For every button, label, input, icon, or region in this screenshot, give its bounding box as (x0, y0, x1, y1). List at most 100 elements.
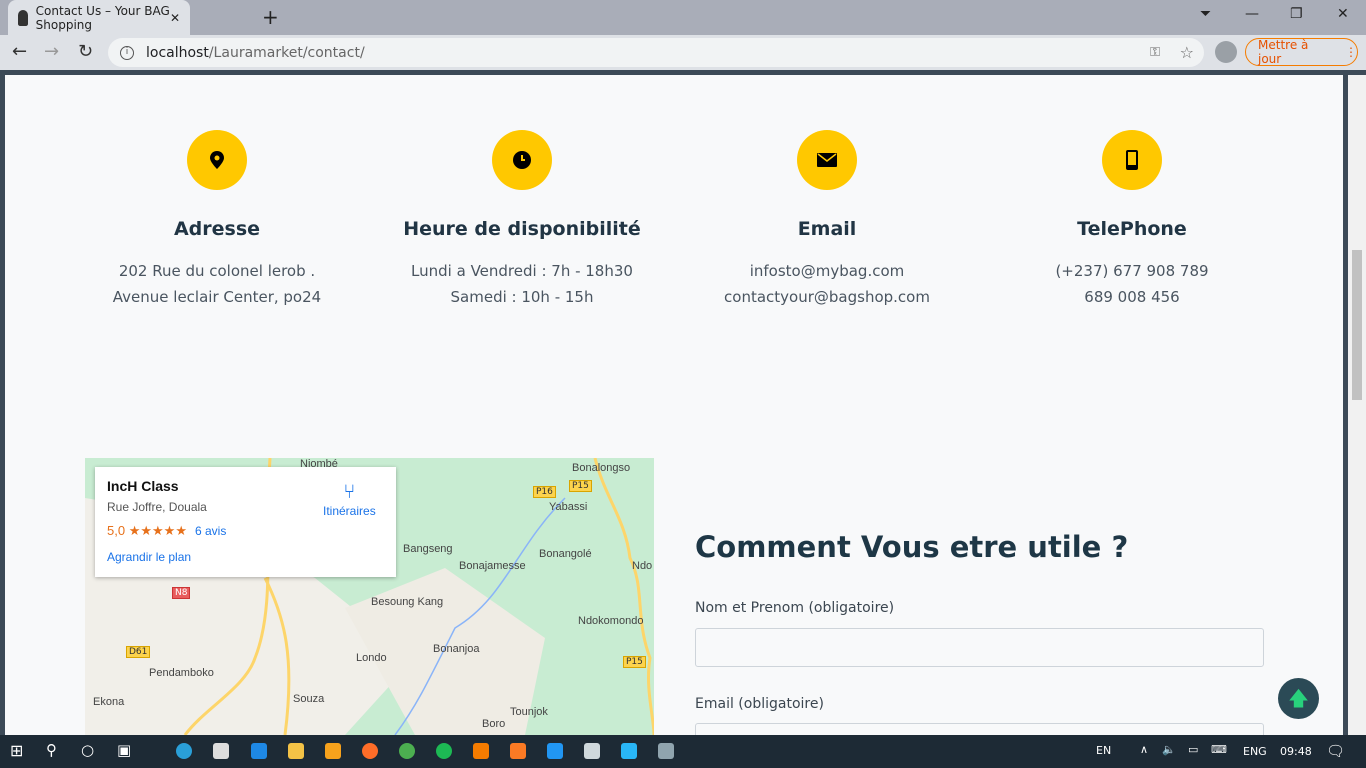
profile-avatar[interactable] (1215, 41, 1237, 63)
notepad-icon[interactable] (584, 743, 600, 759)
update-label: Mettre à jour (1258, 38, 1309, 66)
map-place-label: Ndo (632, 560, 653, 572)
volume-icon[interactable]: 🔈 (1162, 743, 1176, 756)
reviews-link[interactable]: 6 avis (195, 524, 226, 538)
info-address: Adresse 202 Rue du colonel lerob . Avenue… (67, 130, 367, 310)
info-line[interactable]: contactyour@bagshop.com (724, 288, 930, 306)
app-icon[interactable] (473, 743, 489, 759)
map-place-label: Souza (293, 693, 325, 705)
info-hours: Heure de disponibilité Lundi a Vendredi … (372, 130, 672, 310)
star-icon[interactable]: ☆ (1180, 43, 1194, 62)
key-icon[interactable]: ⚿ (1150, 45, 1160, 60)
update-button[interactable]: Mettre à jour ⋮ (1245, 38, 1358, 66)
new-tab-button[interactable]: + (262, 5, 279, 29)
input-language[interactable]: EN (1096, 744, 1111, 757)
map-place-label: Bonangolé (539, 548, 592, 560)
info-title: Email (797, 218, 857, 240)
info-line: Avenue leclair Center, po24 (112, 288, 322, 306)
browser-toolbar: ← → ↻ i localhost/Lauramarket/contact/ ⚿ ☆… (0, 35, 1366, 70)
battery-icon[interactable]: ▭ (1188, 743, 1198, 756)
info-line: 689 008 456 (1084, 288, 1180, 306)
info-icon[interactable]: i (120, 45, 134, 60)
road-shield: D61 (126, 646, 151, 658)
enlarge-map-link[interactable]: Agrandir le plan (107, 550, 384, 564)
xampp-icon[interactable] (510, 743, 526, 759)
reload-icon[interactable]: ↻ (78, 41, 93, 62)
directions-label: Itinéraires (323, 504, 376, 518)
search-icon[interactable]: ⚲ (46, 741, 57, 759)
name-label: Nom et Prenom (obligatoire) (695, 600, 895, 616)
map-place-label: Ndokomondo (578, 615, 644, 627)
cortana-icon[interactable]: ○ (81, 741, 94, 759)
map-place-card: IncH Class Rue Joffre, Douala 5,0 ★★★★★ 6… (95, 467, 396, 577)
info-line[interactable]: infosto@mybag.com (750, 262, 905, 280)
tab-search-icon[interactable]: ⏷ (1200, 6, 1211, 22)
back-to-top-button[interactable]: 🡅 (1278, 678, 1319, 719)
minimize-button[interactable]: — (1245, 6, 1259, 22)
email-label: Email (obligatoire) (695, 696, 824, 712)
url-host: localhost (146, 44, 209, 61)
control-panel-icon[interactable] (621, 743, 637, 759)
edge-icon[interactable] (176, 743, 192, 759)
notification-icon[interactable]: 🗨 (1326, 742, 1345, 760)
info-title: Heure de disponibilité (403, 218, 641, 240)
mail-icon[interactable] (251, 743, 267, 759)
clock-icon (492, 130, 552, 190)
directions-button[interactable]: ⑂ Itinéraires (323, 481, 376, 518)
back-icon[interactable]: ← (12, 41, 27, 62)
contact-page: Adresse 202 Rue du colonel lerob . Avenue… (5, 75, 1343, 735)
file-explorer-icon[interactable] (288, 743, 304, 759)
info-line: Samedi : 10h - 15h (450, 288, 594, 306)
email-input[interactable] (695, 723, 1264, 735)
spotify-icon[interactable] (436, 743, 452, 759)
info-line: 202 Rue du colonel lerob . (118, 262, 316, 280)
map-place-label: Bonanjoa (433, 643, 480, 655)
tab-strip: Contact Us – Your BAG Shopping ✕ + ⏷ — ❐ … (0, 0, 1366, 35)
address-bar[interactable]: i localhost/Lauramarket/contact/ ⚿ ☆ (108, 38, 1204, 67)
road-shield: P16 (533, 486, 556, 498)
browser-tab[interactable]: Contact Us – Your BAG Shopping ✕ (8, 0, 190, 35)
store-icon[interactable] (213, 743, 229, 759)
clock[interactable]: 09:48 (1280, 745, 1312, 758)
calculator-icon[interactable] (658, 743, 674, 759)
page-scrollbar[interactable] (1348, 75, 1366, 735)
map-place-label: Boro (482, 718, 506, 730)
keyboard-icon[interactable]: ⌨ (1211, 743, 1227, 756)
close-tab-icon[interactable]: ✕ (170, 11, 180, 25)
road-shield: P15 (569, 480, 592, 492)
map-place-label: Bonalongso (572, 462, 631, 474)
close-window-button[interactable]: ✕ (1337, 6, 1349, 22)
sublime-icon[interactable] (325, 743, 341, 759)
vscode-icon[interactable] (547, 743, 563, 759)
language-indicator[interactable]: ENG (1243, 745, 1267, 758)
firefox-icon[interactable] (362, 743, 378, 759)
place-rating: 5,0 ★★★★★ 6 avis (107, 523, 384, 539)
directions-icon: ⑂ (343, 481, 356, 503)
map-place-label: Ekona (93, 696, 125, 708)
map-place-label: Pendamboko (149, 667, 214, 679)
info-line: (+237) 677 908 789 (1055, 262, 1209, 280)
info-title: Adresse (173, 218, 261, 240)
info-email: Email infosto@mybag.com contactyour@bagsh… (677, 130, 977, 310)
map-place-label: Besoung Kang (371, 596, 444, 608)
envelope-icon (797, 130, 857, 190)
road-shield: N8 (172, 587, 191, 599)
forward-icon[interactable]: → (44, 41, 59, 62)
name-input[interactable] (695, 628, 1264, 667)
taskbar: ⊞ ⚲ ○ ▣ EN ∧ 🔈 ▭ ⌨ ENG 09:48 🗨 (0, 735, 1366, 768)
info-line: Lundi a Vendredi : 7h - 18h30 (411, 262, 633, 280)
chrome-icon[interactable] (399, 743, 415, 759)
scrollbar-thumb[interactable] (1352, 250, 1362, 400)
map-place-label: Yabassi (549, 501, 588, 513)
maximize-button[interactable]: ❐ (1290, 6, 1303, 22)
map-marker-icon (187, 130, 247, 190)
map-place-label: Bangseng (403, 543, 453, 555)
chevron-up-icon[interactable]: ∧ (1140, 743, 1148, 756)
form-heading: Comment Vous etre utile ? (695, 530, 1129, 564)
map-place-label: Bonajamesse (459, 560, 526, 572)
star-rating-icon: ★★★★★ (128, 523, 187, 538)
google-map[interactable]: Njombé Bonalongso Yabassi Bangseng Bonaj… (85, 458, 654, 735)
windows-start-icon[interactable]: ⊞ (10, 741, 23, 760)
task-view-icon[interactable]: ▣ (117, 741, 131, 759)
rating-value: 5,0 (107, 523, 126, 538)
